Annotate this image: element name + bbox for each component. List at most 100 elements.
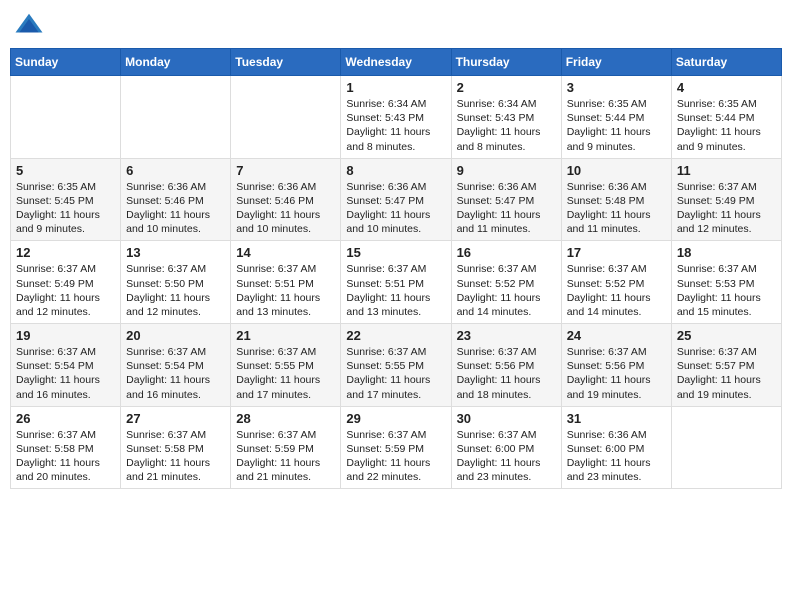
day-info-line: Daylight: 11 hours [677,291,776,305]
calendar-week-row: 5Sunrise: 6:35 AMSunset: 5:45 PMDaylight… [11,158,782,241]
day-info-line: Sunset: 5:43 PM [457,111,556,125]
day-info-line: Daylight: 11 hours [236,208,335,222]
calendar-day-27: 27Sunrise: 6:37 AMSunset: 5:58 PMDayligh… [121,406,231,489]
day-info-line: and 21 minutes. [126,470,225,484]
day-info-line: Sunset: 6:00 PM [567,442,666,456]
day-info-line: Daylight: 11 hours [457,208,556,222]
calendar-day-11: 11Sunrise: 6:37 AMSunset: 5:49 PMDayligh… [671,158,781,241]
calendar-day-16: 16Sunrise: 6:37 AMSunset: 5:52 PMDayligh… [451,241,561,324]
day-info-line: Daylight: 11 hours [346,291,445,305]
day-info-line: Daylight: 11 hours [126,373,225,387]
day-number: 2 [457,80,556,95]
day-info-line: and 17 minutes. [236,388,335,402]
calendar-day-5: 5Sunrise: 6:35 AMSunset: 5:45 PMDaylight… [11,158,121,241]
day-info-line: Sunset: 5:51 PM [346,277,445,291]
day-number: 19 [16,328,115,343]
day-info-line: Daylight: 11 hours [457,456,556,470]
day-number: 11 [677,163,776,178]
day-info-line: Sunrise: 6:36 AM [236,180,335,194]
calendar-day-19: 19Sunrise: 6:37 AMSunset: 5:54 PMDayligh… [11,324,121,407]
day-info-line: Sunrise: 6:37 AM [16,262,115,276]
weekday-header-tuesday: Tuesday [231,49,341,76]
day-info-line: Sunrise: 6:36 AM [567,428,666,442]
calendar-day-30: 30Sunrise: 6:37 AMSunset: 6:00 PMDayligh… [451,406,561,489]
day-info-line: Sunset: 5:49 PM [677,194,776,208]
day-info-line: Sunset: 5:44 PM [677,111,776,125]
day-info-line: Sunrise: 6:35 AM [677,97,776,111]
day-info-line: Daylight: 11 hours [457,373,556,387]
calendar-day-7: 7Sunrise: 6:36 AMSunset: 5:46 PMDaylight… [231,158,341,241]
calendar-day-3: 3Sunrise: 6:35 AMSunset: 5:44 PMDaylight… [561,76,671,159]
calendar-day-6: 6Sunrise: 6:36 AMSunset: 5:46 PMDaylight… [121,158,231,241]
day-info-line: and 11 minutes. [567,222,666,236]
day-number: 27 [126,411,225,426]
day-info-line: Sunrise: 6:36 AM [457,180,556,194]
day-info-line: and 8 minutes. [346,140,445,154]
day-info-line: Sunset: 5:55 PM [346,359,445,373]
day-info-line: and 9 minutes. [567,140,666,154]
day-info-line: Daylight: 11 hours [457,125,556,139]
day-number: 25 [677,328,776,343]
empty-day [231,76,341,159]
day-info-line: Sunset: 5:46 PM [126,194,225,208]
day-info-line: and 22 minutes. [346,470,445,484]
calendar-day-29: 29Sunrise: 6:37 AMSunset: 5:59 PMDayligh… [341,406,451,489]
day-info-line: Sunset: 5:52 PM [567,277,666,291]
calendar-week-row: 1Sunrise: 6:34 AMSunset: 5:43 PMDaylight… [11,76,782,159]
day-info-line: and 16 minutes. [16,388,115,402]
day-number: 18 [677,245,776,260]
day-info-line: Daylight: 11 hours [567,208,666,222]
day-info-line: Daylight: 11 hours [236,373,335,387]
day-info-line: Sunset: 5:43 PM [346,111,445,125]
weekday-header-wednesday: Wednesday [341,49,451,76]
day-info-line: Sunrise: 6:37 AM [677,262,776,276]
day-number: 24 [567,328,666,343]
day-info-line: Sunset: 5:56 PM [567,359,666,373]
day-info-line: and 10 minutes. [126,222,225,236]
day-info-line: Sunrise: 6:37 AM [126,428,225,442]
day-info-line: Daylight: 11 hours [126,456,225,470]
day-info-line: and 11 minutes. [457,222,556,236]
day-info-line: and 13 minutes. [236,305,335,319]
day-info-line: and 12 minutes. [126,305,225,319]
calendar-week-row: 12Sunrise: 6:37 AMSunset: 5:49 PMDayligh… [11,241,782,324]
weekday-header-monday: Monday [121,49,231,76]
day-info-line: Daylight: 11 hours [16,373,115,387]
calendar-day-12: 12Sunrise: 6:37 AMSunset: 5:49 PMDayligh… [11,241,121,324]
day-info-line: Sunset: 5:45 PM [16,194,115,208]
day-info-line: Daylight: 11 hours [346,208,445,222]
day-info-line: Sunrise: 6:37 AM [567,345,666,359]
day-number: 16 [457,245,556,260]
day-info-line: Daylight: 11 hours [16,208,115,222]
calendar-day-24: 24Sunrise: 6:37 AMSunset: 5:56 PMDayligh… [561,324,671,407]
day-info-line: Daylight: 11 hours [567,291,666,305]
day-info-line: Daylight: 11 hours [236,456,335,470]
day-info-line: and 19 minutes. [677,388,776,402]
weekday-header-row: SundayMondayTuesdayWednesdayThursdayFrid… [11,49,782,76]
calendar-day-18: 18Sunrise: 6:37 AMSunset: 5:53 PMDayligh… [671,241,781,324]
day-info-line: Sunrise: 6:35 AM [16,180,115,194]
empty-day [671,406,781,489]
day-info-line: Sunrise: 6:37 AM [457,345,556,359]
day-number: 1 [346,80,445,95]
calendar-day-25: 25Sunrise: 6:37 AMSunset: 5:57 PMDayligh… [671,324,781,407]
day-info-line: and 18 minutes. [457,388,556,402]
day-number: 21 [236,328,335,343]
day-info-line: Sunset: 5:48 PM [567,194,666,208]
calendar-day-9: 9Sunrise: 6:36 AMSunset: 5:47 PMDaylight… [451,158,561,241]
day-info-line: Sunset: 5:57 PM [677,359,776,373]
day-info-line: and 17 minutes. [346,388,445,402]
day-info-line: Sunset: 5:50 PM [126,277,225,291]
day-info-line: Daylight: 11 hours [567,125,666,139]
calendar-day-28: 28Sunrise: 6:37 AMSunset: 5:59 PMDayligh… [231,406,341,489]
day-info-line: Daylight: 11 hours [346,456,445,470]
calendar-day-22: 22Sunrise: 6:37 AMSunset: 5:55 PMDayligh… [341,324,451,407]
day-info-line: and 10 minutes. [346,222,445,236]
day-info-line: Sunrise: 6:37 AM [16,345,115,359]
day-number: 6 [126,163,225,178]
day-info-line: Sunset: 5:54 PM [126,359,225,373]
day-number: 10 [567,163,666,178]
day-info-line: Sunrise: 6:37 AM [236,262,335,276]
calendar-day-14: 14Sunrise: 6:37 AMSunset: 5:51 PMDayligh… [231,241,341,324]
day-info-line: and 9 minutes. [16,222,115,236]
